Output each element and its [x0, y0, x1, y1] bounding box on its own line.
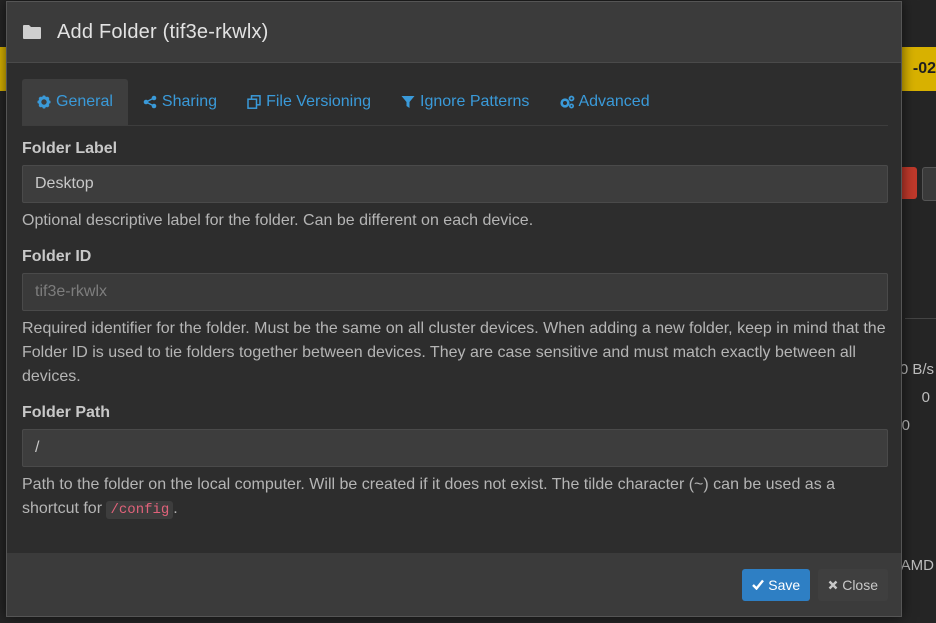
folder-id-group: Folder ID tif3e-rkwlx Required identifie… — [22, 248, 888, 389]
save-button[interactable]: Save — [742, 569, 811, 601]
dialog-header: Add Folder (tif3e-rkwlx) — [7, 2, 901, 63]
folder-label-help: Optional descriptive label for the folde… — [22, 212, 534, 229]
check-icon — [752, 577, 765, 593]
folder-path-help-suffix: . — [173, 500, 178, 517]
background-divider — [905, 318, 936, 319]
background-rate-text: 0 B/s — [899, 361, 934, 378]
gear-icon — [37, 95, 51, 109]
background-banner-text: -02 — [912, 60, 936, 77]
tab-ignore-patterns-label: Ignore Patterns — [420, 93, 530, 110]
tab-general[interactable]: General — [22, 79, 128, 125]
share-icon — [143, 95, 157, 109]
dialog-body: General Sharing File Versioning Ignore P… — [7, 64, 901, 554]
close-icon — [828, 577, 838, 593]
background-gray-button — [922, 167, 936, 201]
folder-label-group: Folder Label Desktop Optional descriptiv… — [22, 140, 888, 233]
dialog-title: Add Folder (tif3e-rkwlx) — [57, 20, 269, 43]
tab-file-versioning-label: File Versioning — [266, 93, 372, 110]
folder-path-help: Path to the folder on the local computer… — [22, 473, 888, 522]
folder-id-input[interactable]: tif3e-rkwlx — [22, 273, 888, 311]
background-amd-text: AMD — [900, 557, 934, 574]
close-button[interactable]: Close — [818, 569, 888, 601]
background-count-text-2: 0 — [901, 417, 910, 434]
folder-icon — [22, 23, 42, 41]
add-folder-dialog: Add Folder (tif3e-rkwlx) General Sharing… — [6, 1, 902, 617]
tab-advanced-label: Advanced — [578, 93, 650, 110]
folder-path-input[interactable]: / — [22, 429, 888, 467]
folder-id-heading: Folder ID — [22, 248, 92, 265]
config-path-code: /config — [106, 501, 174, 519]
background-count-text: 0 — [921, 389, 930, 406]
dialog-footer: Save Close — [7, 553, 901, 616]
copy-icon — [247, 95, 261, 109]
tab-general-label: General — [56, 93, 113, 110]
gears-icon — [559, 95, 575, 109]
folder-id-help: Required identifier for the folder. Must… — [22, 320, 886, 385]
close-button-label: Close — [842, 577, 878, 593]
folder-label-heading: Folder Label — [22, 140, 118, 157]
tab-ignore-patterns[interactable]: Ignore Patterns — [386, 79, 544, 125]
folder-path-heading: Folder Path — [22, 404, 111, 421]
folder-path-group: Folder Path / Path to the folder on the … — [22, 404, 888, 522]
save-button-label: Save — [768, 577, 801, 593]
folder-label-input[interactable]: Desktop — [22, 165, 888, 203]
tab-file-versioning[interactable]: File Versioning — [232, 79, 386, 125]
tab-sharing-label: Sharing — [161, 93, 218, 110]
tab-advanced[interactable]: Advanced — [544, 79, 664, 125]
tab-sharing[interactable]: Sharing — [128, 79, 232, 125]
filter-icon — [401, 95, 415, 109]
tab-bar: General Sharing File Versioning Ignore P… — [22, 79, 888, 126]
